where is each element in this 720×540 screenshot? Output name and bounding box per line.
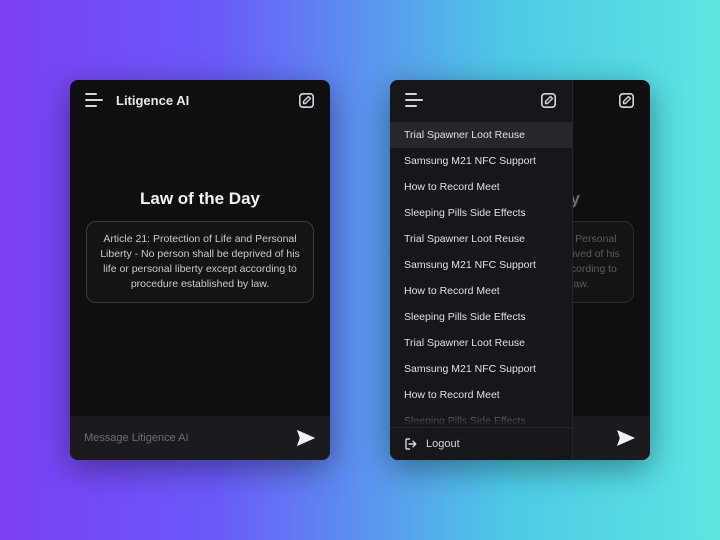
compose-icon[interactable]: [536, 88, 560, 112]
logout-icon: [404, 437, 418, 451]
logout-button[interactable]: Logout: [390, 427, 572, 460]
message-input[interactable]: [84, 432, 284, 444]
history-item[interactable]: Sleeping Pills Side Effects: [390, 200, 572, 226]
app-window-default: Litigence AI Law of the Day Article 21: …: [70, 80, 330, 460]
menu-icon[interactable]: [402, 88, 426, 112]
logout-label: Logout: [426, 438, 460, 450]
history-item[interactable]: Sleeping Pills Side Effects: [390, 408, 572, 427]
law-heading: Law of the Day: [140, 189, 260, 209]
history-item[interactable]: Trial Spawner Loot Reuse: [390, 122, 572, 148]
history-item[interactable]: How to Record Meet: [390, 278, 572, 304]
sidebar-header: [390, 80, 572, 120]
sidebar: Trial Spawner Loot Reuse Samsung M21 NFC…: [390, 80, 573, 460]
history-item[interactable]: Samsung M21 NFC Support: [390, 148, 572, 174]
history-item[interactable]: Samsung M21 NFC Support: [390, 356, 572, 382]
main-content: Law of the Day Article 21: Protection of…: [70, 98, 330, 394]
message-input-row: [70, 416, 330, 460]
history-item[interactable]: Sleeping Pills Side Effects: [390, 304, 572, 330]
history-item[interactable]: How to Record Meet: [390, 174, 572, 200]
send-icon[interactable]: [294, 426, 318, 450]
history-item[interactable]: Trial Spawner Loot Reuse: [390, 226, 572, 252]
history-item[interactable]: Samsung M21 NFC Support: [390, 252, 572, 278]
history-list[interactable]: Trial Spawner Loot Reuse Samsung M21 NFC…: [390, 120, 572, 427]
app-window-sidebar-open: Law of the Day Article 21: Protection of…: [390, 80, 650, 460]
history-item[interactable]: How to Record Meet: [390, 382, 572, 408]
law-card: Article 21: Protection of Life and Perso…: [86, 221, 314, 304]
send-icon[interactable]: [614, 426, 638, 450]
history-item[interactable]: Trial Spawner Loot Reuse: [390, 330, 572, 356]
